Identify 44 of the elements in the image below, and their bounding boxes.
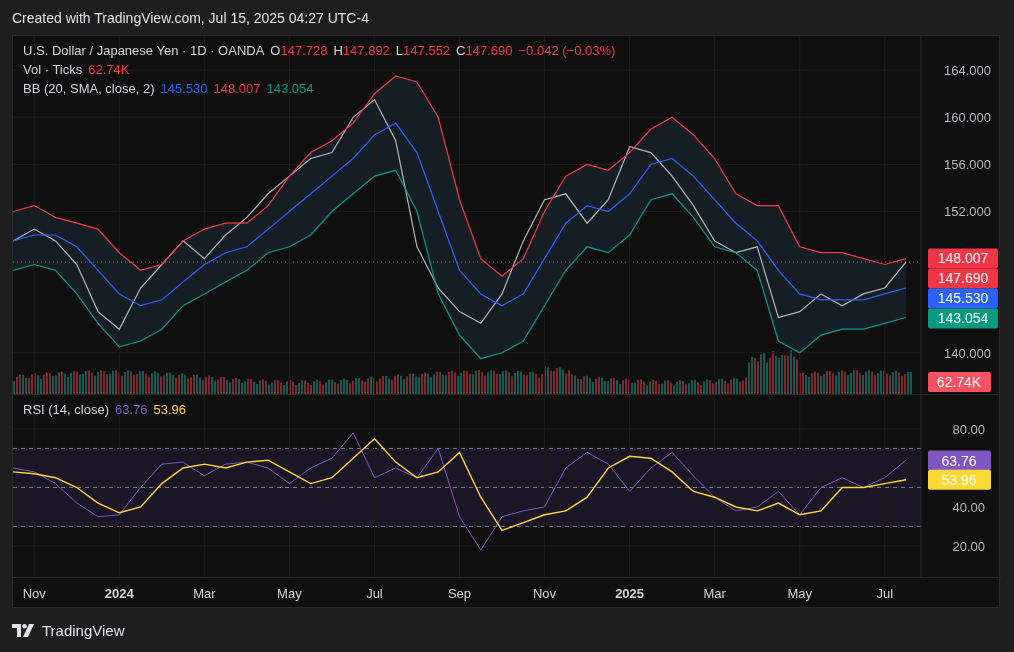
- logo-icon: [12, 623, 36, 637]
- indicator-name: Vol · Ticks: [23, 62, 83, 77]
- rsi-value-label: 53.96: [928, 469, 991, 490]
- time-axis-label: Mar: [703, 586, 726, 601]
- indicator-value: 62.74K: [88, 62, 130, 77]
- indicator-value: 63.76: [115, 402, 148, 417]
- time-axis-label: Nov: [22, 586, 46, 601]
- indicator-value: 148.007: [213, 81, 261, 96]
- price-tick-label: 164.000: [944, 63, 991, 79]
- time-axis-label: May: [277, 586, 302, 601]
- price-value-label: 147.690: [928, 268, 998, 289]
- price-value-label: 145.530: [928, 288, 998, 309]
- time-axis-label: Nov: [533, 586, 557, 601]
- time-axis-label: 2025: [615, 586, 645, 601]
- time-axis-label: Sep: [447, 586, 472, 601]
- time-axis-label: May: [787, 586, 812, 601]
- rsi-tick-label: 80.00: [952, 421, 985, 437]
- symbol-title: U.S. Dollar / Japanese Yen · 1D · OANDA: [23, 43, 265, 58]
- price-change: −0.042 (−0.03%): [518, 43, 616, 58]
- indicator-value: 53.96: [153, 402, 187, 417]
- price-tick-label: 152.000: [944, 204, 991, 220]
- brand-name: TradingView: [42, 621, 125, 639]
- rsi-value-label: 63.76: [928, 450, 991, 471]
- volume-value-label: 62.74K: [928, 372, 991, 392]
- indicator-name: BB (20, SMA, close, 2): [23, 81, 155, 96]
- price-tick-label: 160.000: [944, 110, 991, 126]
- ohlc-value: L147.552: [395, 43, 451, 58]
- price-tick-label: 140.000: [944, 345, 991, 361]
- time-axis-label: Jul: [876, 586, 894, 601]
- ohlc-value: H147.892: [333, 43, 390, 58]
- rsi-tick-label: 40.00: [952, 499, 985, 515]
- price-tick-label: 156.000: [944, 157, 991, 173]
- rsi-tick-label: 20.00: [952, 539, 985, 554]
- time-axis-label: Mar: [193, 586, 216, 601]
- time-axis-label: 2024: [104, 586, 134, 601]
- ohlc-value: C147.690: [456, 43, 513, 58]
- time-axis-label: Jul: [366, 586, 383, 601]
- chart-caption: Created with TradingView.com, Jul 15, 2025 04:27 UTC-4: [12, 9, 370, 28]
- indicator-value: 143.054: [266, 81, 314, 96]
- indicator-value: 145.530: [160, 81, 208, 96]
- ohlc-value: O147.728: [270, 43, 328, 58]
- price-value-label: 148.007: [928, 248, 998, 269]
- indicator-name: RSI (14, close): [23, 402, 109, 417]
- price-value-label: 143.054: [928, 308, 998, 329]
